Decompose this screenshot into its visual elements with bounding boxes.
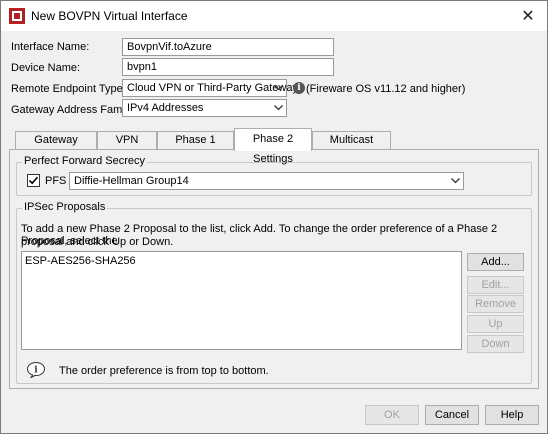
cancel-button[interactable]: Cancel [425,405,479,425]
pfs-checkbox-label: PFS [45,175,67,187]
ipsec-proposals-group: IPSec Proposals To add a new Phase 2 Pro… [16,201,532,384]
info-icon: i [27,362,47,381]
checkmark-icon [28,176,39,185]
gateway-family-select[interactable]: IPv4 Addresses [122,99,287,117]
remote-endpoint-note: (Fireware OS v11.12 and higher) [306,83,466,95]
interface-name-field[interactable]: BovpnVif.toAzure [122,38,334,56]
gateway-family-value: IPv4 Addresses [127,102,204,114]
remove-button[interactable]: Remove [467,295,524,313]
chevron-down-icon [270,80,286,96]
tab-gateway-settings[interactable]: Gateway Settings [15,131,97,163]
up-button[interactable]: Up [467,315,524,333]
down-button[interactable]: Down [467,335,524,353]
device-name-field[interactable]: bvpn1 [122,58,334,76]
svg-text:i: i [34,366,38,376]
window-title: New BOVPN Virtual Interface [31,9,188,23]
add-button[interactable]: Add... [467,253,524,271]
tab-vpn-routes[interactable]: VPN Routes [97,131,157,163]
list-item[interactable]: ESP-AES256-SHA256 [25,255,136,267]
close-icon[interactable]: ✕ [515,5,541,27]
interface-name-label: Interface Name: [11,41,90,53]
title-bar: New BOVPN Virtual Interface ✕ [1,1,547,31]
tab-phase1-settings[interactable]: Phase 1 Settings [157,131,234,163]
remote-endpoint-label: Remote Endpoint Type: [11,83,126,95]
tab-multicast-settings[interactable]: Multicast Settings [312,131,391,163]
pfs-group-title: Perfect Forward Secrecy [22,155,148,167]
chevron-down-icon [447,173,463,189]
pfs-checkbox[interactable] [27,174,40,187]
gateway-family-label: Gateway Address Family: [11,104,136,116]
dialog-window: New BOVPN Virtual Interface ✕ Interface … [0,0,548,434]
order-preference-note: The order preference is from top to bott… [59,365,269,377]
edit-button[interactable]: Edit... [467,276,524,294]
chevron-down-icon [270,100,286,116]
tab-phase2-settings[interactable]: Phase 2 Settings [234,128,312,165]
phase2-tab-panel: Perfect Forward Secrecy PFS Diffie-Hellm… [9,149,539,389]
device-name-label: Device Name: [11,62,81,74]
remote-endpoint-select[interactable]: Cloud VPN or Third-Party Gateway [122,79,298,97]
dh-group-select[interactable]: Diffie-Hellman Group14 [69,172,464,190]
info-icon: i [293,82,305,94]
dh-group-value: Diffie-Hellman Group14 [74,175,189,187]
ipsec-instructions-line2: proposal and click Up or Down. [21,236,174,248]
ok-button[interactable]: OK [365,405,419,425]
watchguard-app-icon [9,8,25,24]
help-button[interactable]: Help [485,405,539,425]
ipsec-group-title: IPSec Proposals [22,201,108,213]
proposals-list[interactable]: ESP-AES256-SHA256 [21,251,462,350]
